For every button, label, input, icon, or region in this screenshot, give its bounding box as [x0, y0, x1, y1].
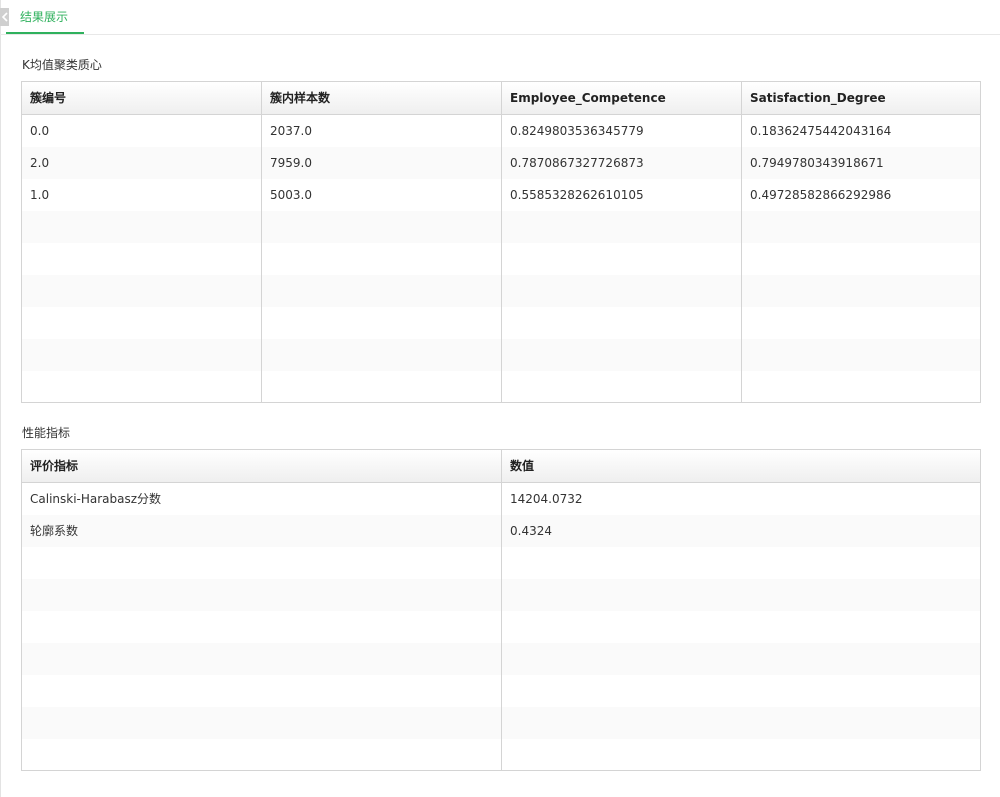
- table-cell: [22, 707, 502, 739]
- table-cell: [742, 275, 980, 307]
- table-cell: 0.5585328262610105: [502, 179, 742, 211]
- table-cell: [22, 211, 262, 243]
- table-cell: [262, 211, 502, 243]
- table-cell: [502, 675, 980, 707]
- centroids-section-title: K均值聚类质心: [22, 58, 102, 72]
- table-cell: 0.4324: [510, 524, 552, 538]
- table-cell: [502, 739, 980, 771]
- table-cell: [262, 339, 502, 371]
- table-cell: 5003.0: [262, 179, 502, 211]
- table-row[interactable]: 1.0 5003.0 0.5585328262610105 0.49728582866…: [22, 179, 980, 211]
- collapse-panel-button[interactable]: [0, 8, 9, 26]
- table-cell: [22, 275, 262, 307]
- table-body: Calinski-Harabasz分数 14204.0732 轮廓系数 0.4324: [22, 483, 980, 771]
- table-cell: 0.7949780343918671: [750, 156, 884, 170]
- empty-row: [22, 611, 980, 643]
- centroids-table: 簇编号 簇内样本数 Employee_Competence Satisfaction_…: [21, 81, 981, 403]
- table-cell: [742, 307, 980, 339]
- metrics-table: 评价指标 数值 Calinski-Harabasz分数 14204.0732 轮廓系数 0…: [21, 449, 981, 771]
- table-cell: [262, 243, 502, 275]
- empty-row: [22, 371, 980, 403]
- column-header[interactable]: 簇编号: [22, 82, 262, 114]
- left-edge-divider: [0, 0, 1, 797]
- chevron-left-icon: [1, 12, 8, 22]
- empty-row: [22, 275, 980, 307]
- column-header[interactable]: 评价指标: [22, 450, 502, 482]
- table-row[interactable]: 轮廓系数 0.4324: [22, 515, 980, 547]
- table-cell: [22, 675, 502, 707]
- table-cell: [22, 339, 262, 371]
- table-cell: [742, 211, 980, 243]
- empty-row: [22, 211, 980, 243]
- metrics-section-title: 性能指标: [22, 426, 71, 440]
- table-cell: [502, 611, 980, 643]
- table-cell: 0.0: [22, 115, 262, 147]
- empty-row: [22, 643, 980, 675]
- empty-row: [22, 339, 980, 371]
- table-cell: [262, 307, 502, 339]
- table-cell: [502, 211, 742, 243]
- table-cell: [22, 243, 262, 275]
- empty-row: [22, 307, 980, 339]
- table-cell: 0.49728582866292986: [750, 188, 892, 202]
- table-cell: 轮廓系数: [22, 515, 502, 547]
- table-cell: [742, 243, 980, 275]
- table-cell: [502, 579, 980, 611]
- table-cell: 1.0: [22, 179, 262, 211]
- table-cell: [502, 307, 742, 339]
- table-cell: [502, 707, 980, 739]
- table-cell: [22, 547, 502, 579]
- table-cell: [742, 339, 980, 371]
- table-cell: [22, 307, 262, 339]
- table-cell: 0.8249803536345779: [502, 115, 742, 147]
- table-cell: [262, 371, 502, 403]
- empty-row: [22, 547, 980, 579]
- table-cell: 2037.0: [262, 115, 502, 147]
- table-row[interactable]: Calinski-Harabasz分数 14204.0732: [22, 483, 980, 515]
- column-header[interactable]: 数值: [502, 450, 980, 482]
- table-cell: [22, 643, 502, 675]
- table-cell: [262, 275, 502, 307]
- table-body: 0.0 2037.0 0.8249803536345779 0.18362475442…: [22, 115, 980, 403]
- table-header: 簇编号 簇内样本数 Employee_Competence Satisfaction_…: [22, 82, 980, 115]
- tab-bar: 结果展示: [0, 0, 1000, 35]
- column-header[interactable]: Satisfaction_Degree: [742, 82, 980, 114]
- table-cell: 0.18362475442043164: [750, 124, 892, 138]
- table-cell: [22, 611, 502, 643]
- column-header[interactable]: Employee_Competence: [502, 82, 742, 114]
- empty-row: [22, 579, 980, 611]
- table-cell: [502, 643, 980, 675]
- empty-row: [22, 739, 980, 771]
- table-header: 评价指标 数值: [22, 450, 980, 483]
- table-cell: [742, 371, 980, 403]
- empty-row: [22, 707, 980, 739]
- table-cell: [22, 371, 262, 403]
- table-cell: [502, 275, 742, 307]
- table-cell: Calinski-Harabasz分数: [22, 483, 502, 515]
- empty-row: [22, 675, 980, 707]
- column-header[interactable]: 簇内样本数: [262, 82, 502, 114]
- table-cell: [22, 739, 502, 771]
- empty-row: [22, 243, 980, 275]
- table-cell: 14204.0732: [510, 492, 583, 506]
- table-cell: [502, 243, 742, 275]
- table-cell: 0.7870867327726873: [502, 147, 742, 179]
- tab-results[interactable]: 结果展示: [6, 0, 84, 34]
- table-cell: 2.0: [22, 147, 262, 179]
- table-cell: [502, 371, 742, 403]
- table-cell: [502, 547, 980, 579]
- table-cell: [502, 339, 742, 371]
- table-cell: 7959.0: [262, 147, 502, 179]
- table-row[interactable]: 0.0 2037.0 0.8249803536345779 0.18362475442…: [22, 115, 980, 147]
- table-row[interactable]: 2.0 7959.0 0.7870867327726873 0.79497803439…: [22, 147, 980, 179]
- table-cell: [22, 579, 502, 611]
